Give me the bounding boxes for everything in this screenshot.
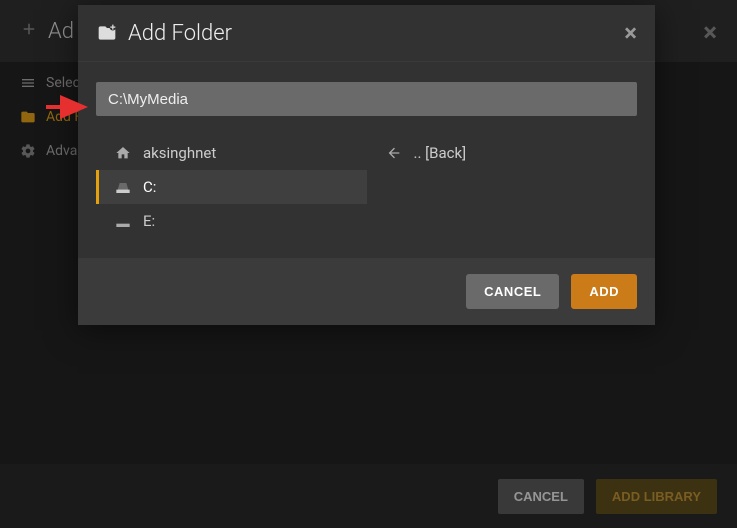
bg-footer: CANCEL ADD LIBRARY (0, 464, 737, 528)
bg-advanced[interactable]: Adva (20, 143, 82, 159)
bg-close-icon[interactable]: × (703, 18, 717, 48)
folder-item-back[interactable]: .. [Back] (367, 136, 638, 170)
folder-item-label: E: (143, 212, 155, 230)
folder-item-label: aksinghnet (143, 144, 216, 162)
bg-add-library-button[interactable]: ADD LIBRARY (596, 479, 717, 514)
bg-select-label: Selec (46, 75, 80, 91)
bg-title: Ad (48, 19, 74, 44)
folder-item-c-drive[interactable]: C: (96, 170, 367, 204)
folder-item-label: .. [Back] (414, 144, 467, 162)
back-arrow-icon (386, 145, 402, 161)
modal-header: Add Folder × (78, 5, 655, 62)
plus-icon (20, 19, 38, 43)
bg-cancel-button[interactable]: CANCEL (498, 479, 584, 514)
bg-addfolder-label: Add F (46, 109, 82, 125)
folder-add-icon (96, 23, 118, 43)
folder-list: aksinghnet C: E: (96, 136, 637, 238)
path-input[interactable] (96, 82, 637, 116)
drive-icon (115, 213, 131, 229)
home-icon (115, 145, 131, 161)
folder-item-label: C: (143, 178, 156, 196)
add-button[interactable]: ADD (571, 274, 637, 309)
modal-footer: CANCEL ADD (78, 258, 655, 325)
close-icon[interactable]: × (624, 19, 637, 47)
bg-sidebar: Selec Add F Adva (20, 75, 82, 177)
cancel-button[interactable]: CANCEL (466, 274, 559, 309)
folder-item-e-drive[interactable]: E: (96, 204, 367, 238)
modal-body: aksinghnet C: E: (78, 62, 655, 258)
bg-add-folders[interactable]: Add F (20, 109, 82, 125)
folder-item-home[interactable]: aksinghnet (96, 136, 367, 170)
bg-advanced-label: Adva (46, 143, 77, 159)
modal-title: Add Folder (128, 21, 232, 46)
add-folder-modal: Add Folder × aksinghnet C: (78, 5, 655, 325)
drive-icon (115, 179, 131, 195)
bg-select-type[interactable]: Selec (20, 75, 82, 91)
